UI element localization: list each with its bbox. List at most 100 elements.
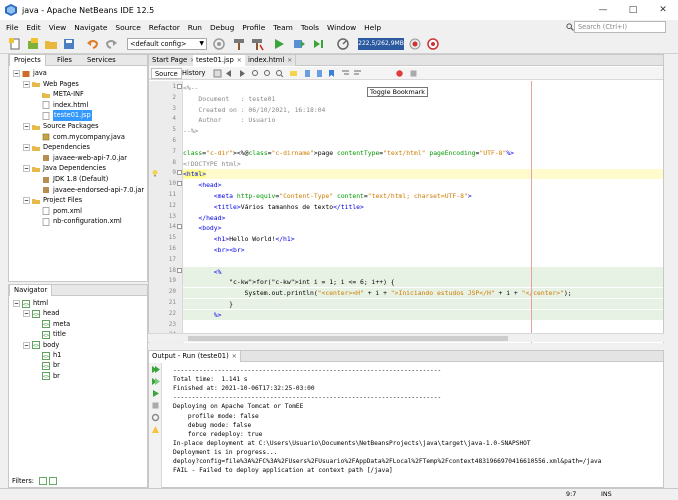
profile-project-icon[interactable] xyxy=(336,37,350,51)
menu-run[interactable]: Run xyxy=(184,23,206,32)
rerun-goals-icon[interactable] xyxy=(151,377,160,386)
highlight-icon[interactable] xyxy=(289,69,298,78)
code-line[interactable]: class="c-dir"><%@class="c-dirname">page … xyxy=(183,148,663,158)
code-editor[interactable]: <%-- Document : teste01 Created on : 06/… xyxy=(183,81,663,343)
tab-output-run[interactable]: Output - Run (teste01) ✕ xyxy=(149,351,241,362)
debug-project-icon[interactable] xyxy=(292,37,306,51)
forward-icon[interactable] xyxy=(237,69,246,78)
expand-toggle-icon[interactable] xyxy=(23,123,30,130)
project-tree-item[interactable]: index.html xyxy=(33,100,88,111)
menu-team[interactable]: Team xyxy=(269,23,297,32)
expand-toggle-icon[interactable] xyxy=(23,197,30,204)
configuration-select[interactable]: <default config> ▼ xyxy=(127,38,207,50)
expand-toggle-icon[interactable] xyxy=(23,144,30,151)
expand-toggle-icon[interactable] xyxy=(13,300,20,307)
filter-toggle-button[interactable] xyxy=(49,477,57,485)
expand-toggle-icon[interactable] xyxy=(13,70,20,77)
project-tree-item[interactable]: Project Files xyxy=(23,195,82,206)
fold-toggle-icon[interactable] xyxy=(177,84,182,89)
navigator-tree-item[interactable]: <> br xyxy=(33,360,60,371)
code-line[interactable]: Created on : 06/10/2021, 16:18:04 xyxy=(183,105,663,115)
code-line[interactable]: } xyxy=(183,299,663,309)
code-line[interactable]: %> xyxy=(183,309,663,320)
tab-projects[interactable]: Projects xyxy=(9,55,46,66)
expand-toggle-icon[interactable] xyxy=(23,165,30,173)
step-icon[interactable] xyxy=(312,37,326,51)
redo-icon[interactable] xyxy=(104,37,118,51)
expand-toggle-icon[interactable] xyxy=(23,310,30,318)
find-selection-icon[interactable] xyxy=(275,69,284,78)
code-line[interactable]: <head> xyxy=(183,180,663,190)
menu-tools[interactable]: Tools xyxy=(297,23,323,32)
gc-alt-icon[interactable] xyxy=(426,37,440,51)
menu-edit[interactable]: Edit xyxy=(22,23,44,32)
new-project-icon[interactable] xyxy=(26,37,40,51)
close-tab-icon[interactable]: ✕ xyxy=(287,55,292,66)
code-line[interactable] xyxy=(183,137,663,147)
history-view-button[interactable]: History xyxy=(179,68,208,79)
find-next-icon[interactable] xyxy=(263,69,272,78)
close-tab-icon[interactable]: ✕ xyxy=(232,351,237,362)
expand-toggle-icon[interactable] xyxy=(23,341,30,349)
project-tree-item[interactable]: nb-configuration.xml xyxy=(33,216,122,227)
code-line[interactable]: <br><br> xyxy=(183,245,663,255)
code-line[interactable] xyxy=(183,256,663,266)
project-tree-item[interactable]: javaee-endorsed-api-7.0.jar xyxy=(33,185,144,196)
find-previous-icon[interactable] xyxy=(251,69,260,78)
source-view-button[interactable]: Source xyxy=(151,68,182,79)
code-line[interactable]: </head> xyxy=(183,213,663,223)
menu-source[interactable]: Source xyxy=(111,23,144,32)
resume-icon[interactable] xyxy=(151,389,160,398)
tab-services[interactable]: Services xyxy=(83,55,120,66)
tab-files[interactable]: Files xyxy=(53,55,76,66)
build-hammer-icon[interactable] xyxy=(232,37,246,51)
clean-build-icon[interactable] xyxy=(250,37,264,51)
gc-icon[interactable] xyxy=(408,37,422,51)
minimize-button[interactable]: — xyxy=(588,0,618,20)
code-line[interactable]: <title>Vários tamanhos de texto</title> xyxy=(183,202,663,212)
stop-icon[interactable] xyxy=(151,401,160,410)
expand-toggle-icon[interactable] xyxy=(23,80,30,88)
project-tree-item[interactable]: pom.xml xyxy=(33,206,82,217)
run-project-icon[interactable] xyxy=(272,37,286,51)
project-tree-item[interactable]: java xyxy=(13,68,47,79)
insert-mode[interactable]: INS xyxy=(601,490,612,498)
menu-navigate[interactable]: Navigate xyxy=(70,23,111,32)
close-tab-icon[interactable]: ✕ xyxy=(237,55,242,66)
filter-toggle-button[interactable] xyxy=(39,477,47,485)
project-tree-item[interactable]: Dependencies xyxy=(23,142,90,153)
output-vertical-scrollbar[interactable] xyxy=(664,350,676,488)
menu-debug[interactable]: Debug xyxy=(206,23,238,32)
tab-navigator[interactable]: Navigator xyxy=(9,285,53,296)
menu-file[interactable]: File xyxy=(2,23,22,32)
scroll-thumb[interactable] xyxy=(188,336,508,341)
maximize-button[interactable]: □ xyxy=(618,0,648,20)
code-line[interactable]: "c-kw">for("c-kw">int i = 1; i <= 6; i++… xyxy=(183,277,663,288)
fold-toggle-icon[interactable] xyxy=(177,181,182,187)
menu-window[interactable]: Window xyxy=(323,23,360,32)
open-project-icon[interactable] xyxy=(44,37,58,51)
project-tree-item[interactable]: teste01.jsp xyxy=(33,110,92,122)
code-line[interactable]: <!DOCTYPE html> xyxy=(183,159,663,169)
toggle-bookmark-icon[interactable] xyxy=(327,69,336,78)
code-line[interactable]: <% xyxy=(183,266,663,277)
code-line[interactable]: --%> xyxy=(183,126,663,136)
code-line[interactable]: <html> xyxy=(183,169,663,180)
next-bookmark-icon[interactable] xyxy=(315,69,324,78)
navigator-tree-item[interactable]: <> meta xyxy=(33,319,70,330)
project-tree-item[interactable]: com.mycompany.java xyxy=(33,132,125,143)
project-tree-item[interactable]: Source Packages xyxy=(23,121,99,132)
last-edit-icon[interactable] xyxy=(213,69,222,78)
navigator-tree-item[interactable]: <> head xyxy=(23,308,59,319)
undo-icon[interactable] xyxy=(86,37,100,51)
navigator-tree-item[interactable]: <> html xyxy=(13,298,48,309)
close-button[interactable]: ✕ xyxy=(648,0,678,20)
tab-start-page[interactable]: Start Page✕ xyxy=(149,55,200,66)
project-tree-item[interactable]: javaee-web-api-7.0.jar xyxy=(33,153,127,164)
previous-bookmark-icon[interactable] xyxy=(303,69,312,78)
tab-teste01-jsp[interactable]: teste01.jsp ✕ xyxy=(193,55,246,66)
hint-bulb-icon[interactable] xyxy=(151,169,159,177)
save-all-icon[interactable] xyxy=(62,37,76,51)
fold-toggle-icon[interactable] xyxy=(177,170,182,176)
menu-profile[interactable]: Profile xyxy=(238,23,269,32)
